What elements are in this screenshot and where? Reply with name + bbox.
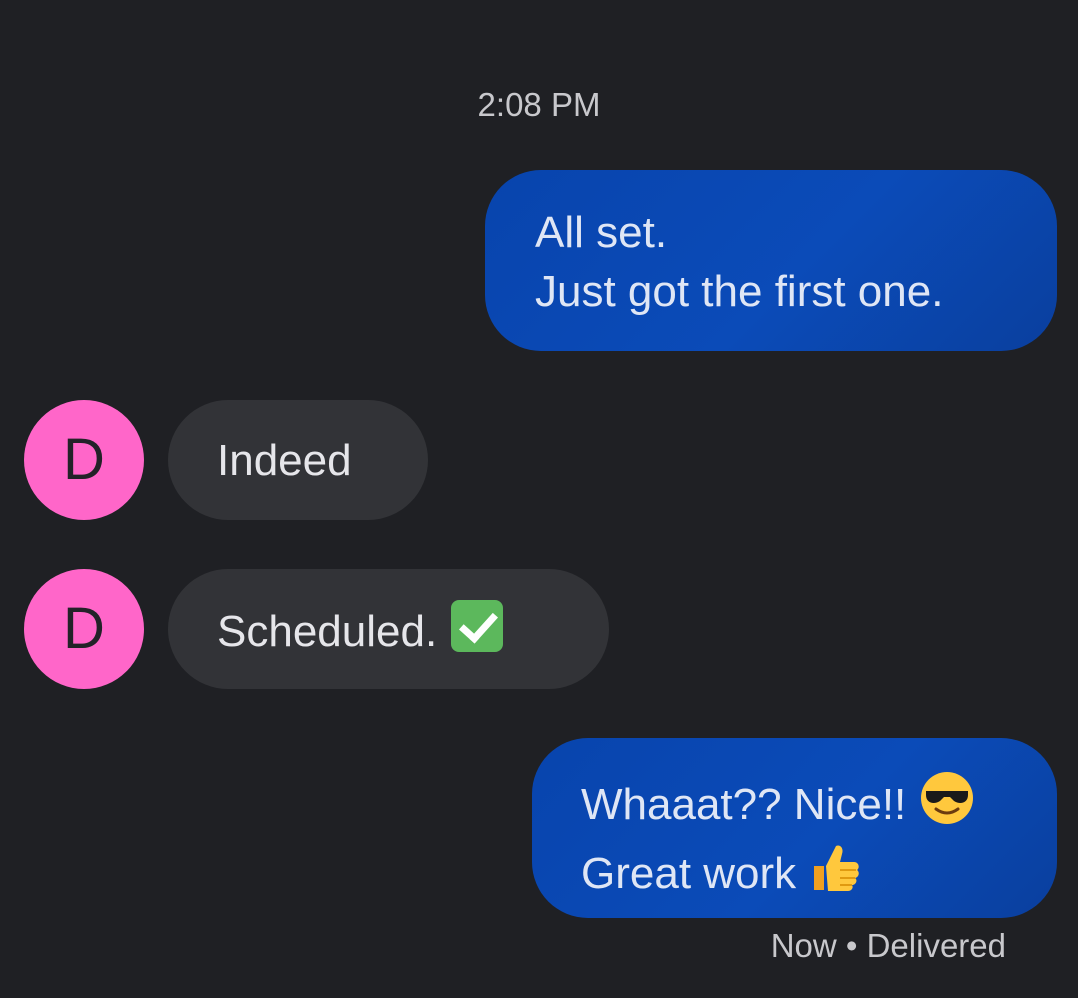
message-text: Indeed — [217, 436, 352, 485]
message-timestamp: 2:08 PM — [477, 86, 601, 123]
message-text: Scheduled. — [217, 607, 438, 656]
incoming-message-bubble[interactable]: Scheduled. — [168, 569, 609, 689]
message-text: Great work — [581, 849, 797, 898]
thumbs-up-icon — [810, 840, 862, 909]
outgoing-message-bubble[interactable]: Whaaat?? Nice!! Great work — [532, 738, 1057, 918]
sender-avatar[interactable]: D — [24, 400, 144, 520]
sender-avatar[interactable]: D — [24, 569, 144, 689]
outgoing-message-bubble[interactable]: All set. Just got the first one. — [485, 170, 1057, 351]
message-line: Whaaat?? Nice!! — [581, 771, 1057, 840]
message-line: Great work — [581, 840, 1057, 909]
message-text: Whaaat?? Nice!! — [581, 780, 907, 829]
check-mark-button-icon — [451, 600, 504, 652]
message-line: Scheduled. — [217, 600, 609, 661]
message-text: Just got the first one. — [535, 267, 944, 316]
incoming-message-bubble[interactable]: Indeed — [168, 400, 428, 520]
conversation-view: 2:08 PM All set. Just got the first one.… — [0, 0, 1078, 998]
message-text: All set. — [535, 208, 668, 257]
smiling-face-with-sunglasses-icon — [920, 771, 974, 840]
delivery-status: Now • Delivered — [770, 927, 1006, 964]
